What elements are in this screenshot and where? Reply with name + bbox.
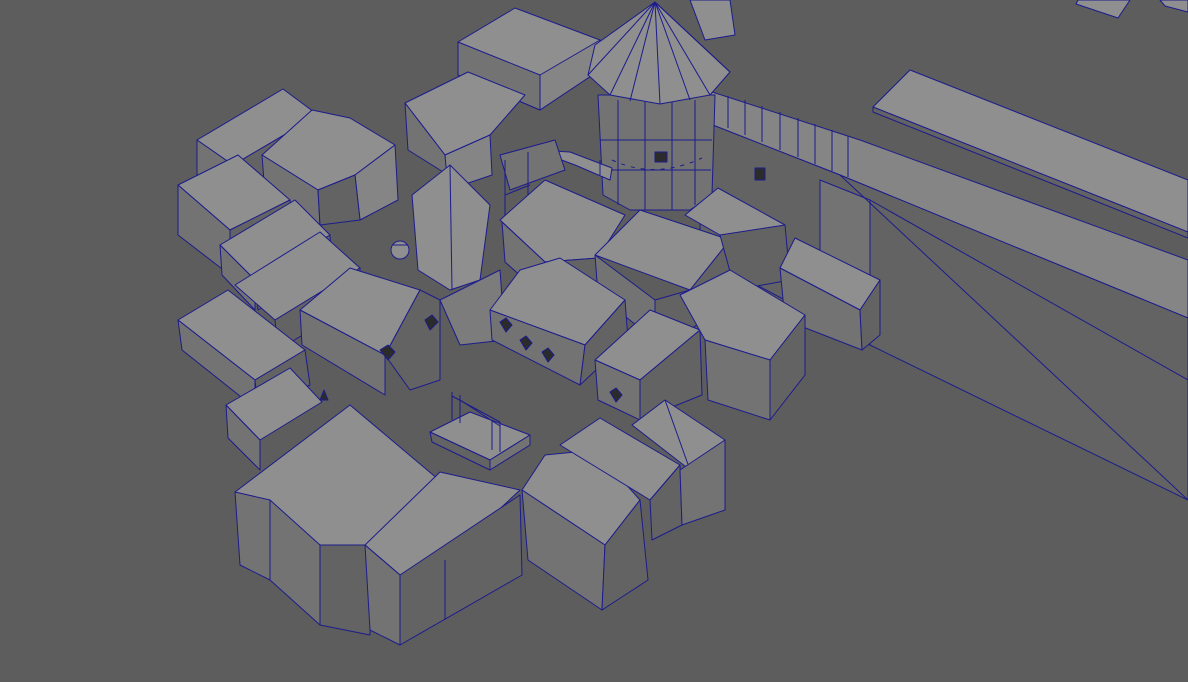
market-stall-front[interactable] [429, 392, 531, 471]
house-gable-tall[interactable] [411, 164, 491, 291]
castle-wall[interactable] [699, 87, 1188, 501]
scene-canvas[interactable] [0, 0, 1188, 682]
3d-viewport[interactable] [0, 0, 1188, 682]
house-front-left[interactable] [299, 267, 506, 396]
well[interactable] [390, 240, 410, 260]
small-figure[interactable] [319, 389, 329, 401]
tower-annex[interactable] [689, 0, 736, 41]
wall-fragment[interactable] [1075, 0, 1131, 19]
